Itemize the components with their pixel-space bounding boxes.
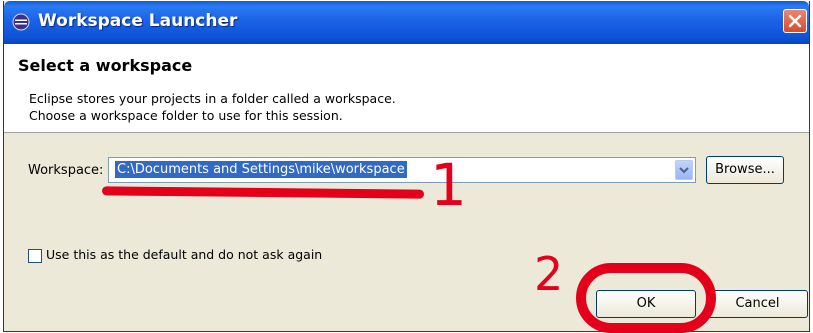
default-workspace-checkbox[interactable]: [28, 249, 42, 263]
workspace-path-value[interactable]: C:\Documents and Settings\mike\workspace: [115, 161, 407, 178]
header-panel: Select a workspace Eclipse stores your p…: [4, 44, 809, 133]
chevron-down-icon: [679, 167, 689, 174]
workspace-combo[interactable]: C:\Documents and Settings\mike\workspace: [108, 157, 696, 183]
annotation-underline: [101, 186, 425, 199]
title-bar[interactable]: Workspace Launcher: [4, 1, 809, 44]
annotation-circle: [576, 263, 716, 333]
annotation-step-1: 1: [430, 151, 467, 219]
cancel-button[interactable]: Cancel: [707, 290, 808, 318]
header-description: Eclipse stores your projects in a folder…: [29, 90, 396, 124]
eclipse-icon: [12, 13, 30, 31]
default-workspace-label[interactable]: Use this as the default and do not ask a…: [46, 247, 322, 262]
browse-button[interactable]: Browse...: [706, 156, 784, 184]
workspace-launcher-dialog: Workspace Launcher Select a workspace Ec…: [3, 1, 810, 333]
workspace-dropdown-button[interactable]: [675, 160, 693, 180]
description-line-1: Eclipse stores your projects in a folder…: [29, 91, 396, 106]
description-line-2: Choose a workspace folder to use for thi…: [29, 108, 343, 123]
workspace-label: Workspace:: [28, 163, 104, 178]
annotation-step-2: 2: [534, 247, 564, 301]
window-title: Workspace Launcher: [38, 11, 238, 31]
page-title: Select a workspace: [18, 56, 193, 75]
close-icon: [788, 14, 802, 28]
close-button[interactable]: [783, 9, 807, 33]
